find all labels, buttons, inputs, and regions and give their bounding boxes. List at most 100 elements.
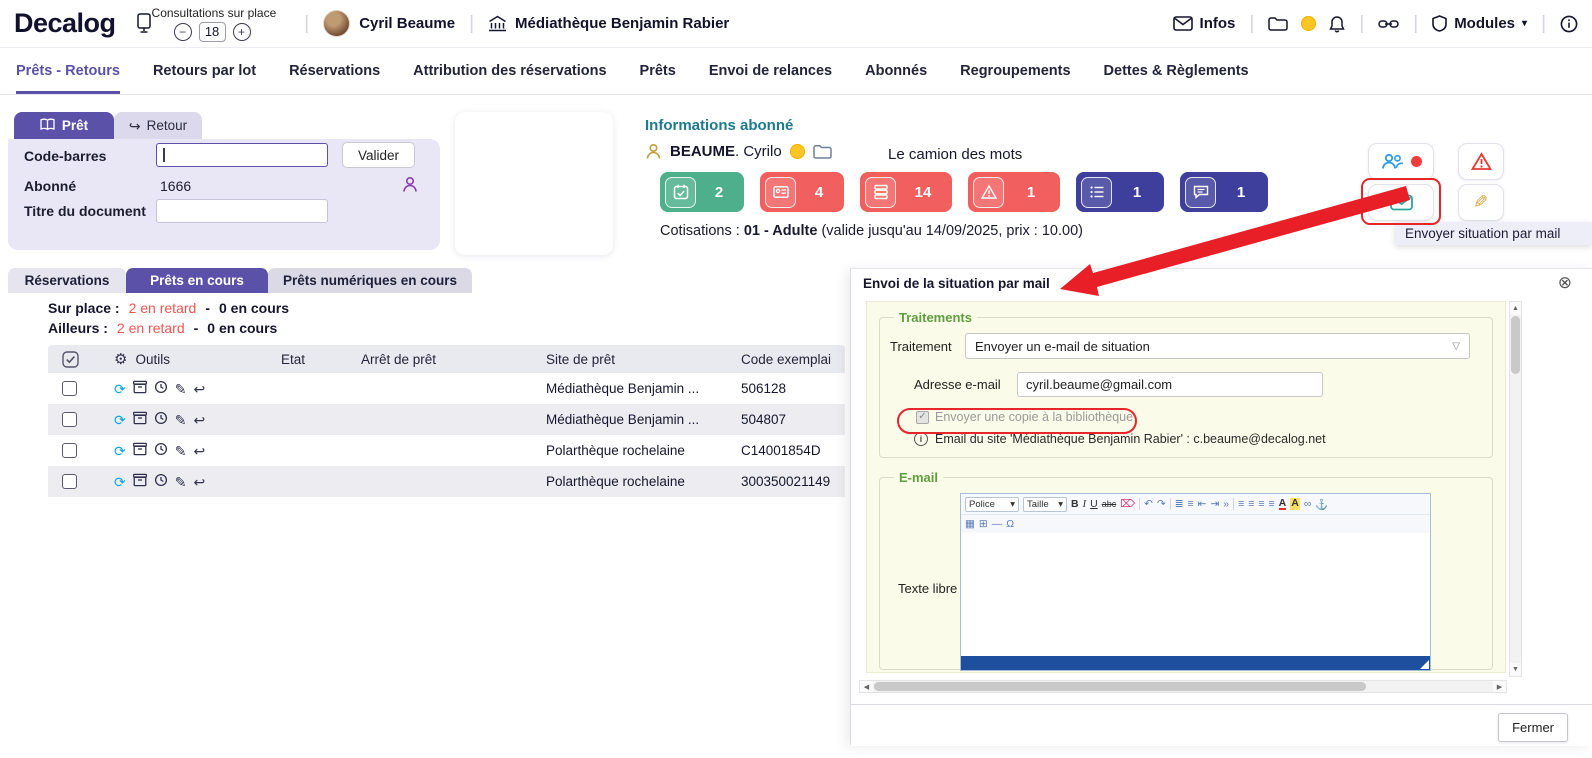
- italic-button[interactable]: I: [1083, 499, 1087, 510]
- lightbulb-icon[interactable]: [789, 144, 805, 159]
- scroll-left-icon[interactable]: ◀: [860, 681, 873, 692]
- select-all-checkbox[interactable]: [48, 350, 114, 368]
- copy-checkbox[interactable]: ✓: [916, 410, 929, 424]
- history-clock-icon[interactable]: [154, 411, 168, 428]
- increment-button[interactable]: +: [232, 22, 251, 41]
- nav-tab-reservations[interactable]: Réservations: [289, 48, 380, 94]
- renew-icon[interactable]: ⟳: [114, 413, 126, 427]
- valider-button[interactable]: Valider: [342, 142, 416, 168]
- highlight-color-button[interactable]: A: [1290, 498, 1300, 510]
- bullet-list-icon[interactable]: ≡: [1188, 498, 1194, 510]
- tab-retour[interactable]: ↪ Retour: [114, 112, 202, 139]
- row-checkbox[interactable]: [62, 412, 77, 427]
- edit-patron-button[interactable]: ✎: [1458, 184, 1504, 221]
- size-select[interactable]: Taille ▾: [1023, 496, 1067, 512]
- patron-links-button[interactable]: [1368, 143, 1434, 180]
- badge-card[interactable]: 4: [760, 172, 844, 212]
- lightbulb-icon[interactable]: [1301, 16, 1317, 31]
- folder-icon[interactable]: [812, 144, 832, 159]
- edit-icon[interactable]: ✎: [175, 475, 187, 489]
- undo-icon[interactable]: ↩: [193, 413, 205, 427]
- edit-icon[interactable]: ✎: [175, 382, 187, 396]
- nav-tab-retours-par-lot[interactable]: Retours par lot: [153, 48, 256, 94]
- rich-text-editor[interactable]: Police▾ Taille▾ B I U abc ⌦ ↶ ↷ ≣ ≡ ⇤: [960, 493, 1431, 671]
- badge-stack[interactable]: 14: [860, 172, 952, 212]
- send-situation-mail-button[interactable]: [1368, 184, 1434, 221]
- outdent-icon[interactable]: ⇤: [1198, 498, 1207, 510]
- archive-icon[interactable]: [132, 473, 147, 490]
- fermer-button[interactable]: Fermer: [1498, 713, 1568, 742]
- table-row[interactable]: ⟳ ✎ ↩ Polarthèque rochelaine 30035002114…: [48, 466, 845, 497]
- link-icon[interactable]: ∞: [1304, 498, 1312, 510]
- scroll-up-icon[interactable]: ▲: [1510, 302, 1521, 315]
- nav-tab-relances[interactable]: Envoi de relances: [709, 48, 832, 94]
- insert-image-icon[interactable]: ▦: [965, 518, 975, 530]
- scrollbar-thumb[interactable]: [874, 682, 1366, 691]
- font-select[interactable]: Police ▾: [965, 496, 1019, 512]
- tab-prets-numeriques[interactable]: Prêts numériques en cours: [268, 268, 472, 293]
- vertical-scrollbar[interactable]: ▲ ▼: [1509, 301, 1522, 677]
- horizontal-rule-icon[interactable]: ―: [992, 518, 1003, 530]
- archive-icon[interactable]: [132, 442, 147, 459]
- history-clock-icon[interactable]: [154, 473, 168, 490]
- email-input[interactable]: [1017, 372, 1323, 397]
- current-site[interactable]: Médiathèque Benjamin Rabier: [488, 15, 729, 32]
- patron-link-icon[interactable]: [402, 176, 418, 193]
- row-checkbox[interactable]: [62, 381, 77, 396]
- renew-icon[interactable]: ⟳: [114, 475, 126, 489]
- table-row[interactable]: ⟳ ✎ ↩ Médiathèque Benjamin ... 504807: [48, 404, 845, 435]
- align-left-icon[interactable]: ≡: [1238, 498, 1244, 510]
- scrollbar-thumb[interactable]: [1511, 316, 1520, 374]
- archive-icon[interactable]: [132, 411, 147, 428]
- history-clock-icon[interactable]: [154, 442, 168, 459]
- copy-to-library-option[interactable]: ✓ Envoyer une copie à la bibliothèque: [916, 410, 1482, 424]
- undo-icon[interactable]: ↩: [193, 475, 205, 489]
- barcode-input[interactable]: [156, 143, 328, 167]
- numbered-list-icon[interactable]: ≣: [1175, 498, 1184, 510]
- edit-icon[interactable]: ✎: [175, 413, 187, 427]
- table-row[interactable]: ⟳ ✎ ↩ Polarthèque rochelaine C14001854D: [48, 435, 845, 466]
- undo-icon[interactable]: ↩: [193, 382, 205, 396]
- bold-button[interactable]: B: [1071, 498, 1079, 510]
- resize-handle-icon[interactable]: [1420, 660, 1429, 669]
- bell-icon[interactable]: [1329, 15, 1346, 33]
- tab-pret[interactable]: Prêt: [14, 112, 114, 139]
- align-justify-icon[interactable]: ≡: [1269, 498, 1275, 510]
- nav-tab-prets-retours[interactable]: Prêts - Retours: [16, 48, 120, 94]
- special-char-icon[interactable]: Ω: [1006, 518, 1014, 530]
- decrement-button[interactable]: −: [173, 22, 192, 41]
- close-icon[interactable]: ⊗: [1558, 273, 1572, 293]
- tab-reservations[interactable]: Réservations: [8, 268, 126, 293]
- row-checkbox[interactable]: [62, 474, 77, 489]
- badge-list[interactable]: 1: [1076, 172, 1164, 212]
- anchor-icon[interactable]: ⚓: [1315, 498, 1328, 511]
- titre-input[interactable]: [156, 199, 328, 223]
- scroll-right-icon[interactable]: ▶: [1493, 681, 1506, 692]
- blockquote-icon[interactable]: »: [1223, 498, 1229, 510]
- archive-icon[interactable]: [132, 380, 147, 397]
- user-avatar[interactable]: [323, 10, 351, 37]
- table-row[interactable]: ⟳ ✎ ↩ Médiathèque Benjamin ... 506128: [48, 373, 845, 404]
- align-right-icon[interactable]: ≡: [1258, 498, 1264, 510]
- nav-tab-dettes[interactable]: Dettes & Règlements: [1104, 48, 1249, 94]
- renew-icon[interactable]: ⟳: [114, 382, 126, 396]
- horizontal-scrollbar[interactable]: ◀ ▶: [859, 680, 1507, 693]
- undo-icon[interactable]: ↶: [1144, 498, 1153, 510]
- info-circle-icon[interactable]: [1560, 15, 1578, 33]
- infos-button[interactable]: Infos: [1172, 15, 1235, 32]
- remove-format-icon[interactable]: ⌦: [1120, 498, 1135, 510]
- insert-table-icon[interactable]: ⊞: [979, 518, 988, 530]
- history-clock-icon[interactable]: [154, 380, 168, 397]
- align-center-icon[interactable]: ≡: [1248, 498, 1254, 510]
- traitement-select[interactable]: Envoyer un e-mail de situation ▽: [965, 333, 1470, 359]
- nav-tab-attribution[interactable]: Attribution des réservations: [413, 48, 606, 94]
- nav-tab-regroupements[interactable]: Regroupements: [960, 48, 1070, 94]
- link-icon[interactable]: [1378, 16, 1399, 32]
- modules-menu[interactable]: Modules ▾: [1432, 15, 1527, 32]
- nav-tab-abonnes[interactable]: Abonnés: [865, 48, 927, 94]
- editor-text-area[interactable]: [961, 533, 1430, 656]
- nav-tab-prets[interactable]: Prêts: [640, 48, 676, 94]
- badge-warning[interactable]: 1: [968, 172, 1060, 212]
- scroll-down-icon[interactable]: ▼: [1510, 663, 1521, 676]
- badge-chat[interactable]: 1: [1180, 172, 1268, 212]
